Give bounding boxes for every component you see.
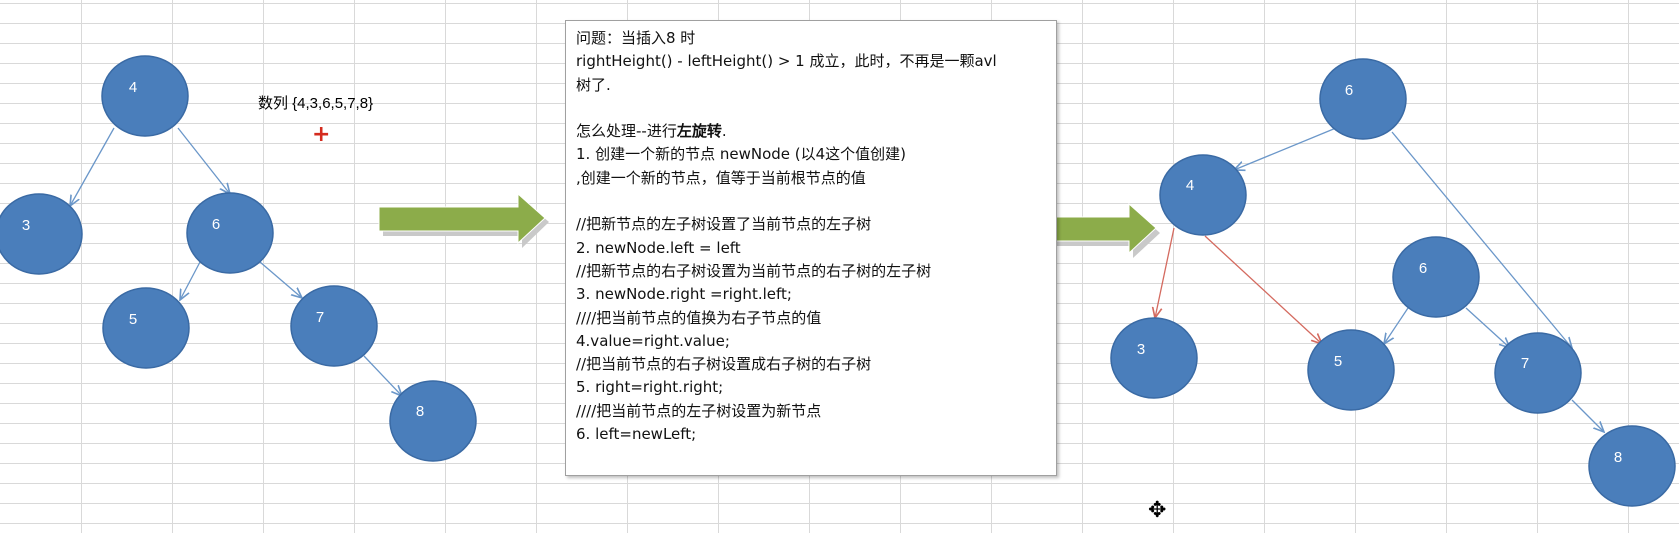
left-node-6-label: 6 [212,216,220,233]
text-line-3: 树了. [576,75,611,94]
right-node-6-child-label: 6 [1419,260,1427,277]
text-line-15: //把当前节点的右子树设置成右子树的右子树 [576,355,872,374]
right-node-7: 7 [1494,332,1582,414]
right-node-4: 4 [1159,154,1247,236]
right-node-5-label: 5 [1334,353,1342,370]
text-line-4 [576,97,1046,120]
text-line-10: 2. newNode.left = left [576,238,741,257]
text-line-5-suffix: . [721,122,727,141]
right-node-3-label: 3 [1137,341,1145,358]
left-node-4: 4 [101,55,189,137]
left-node-8: 8 [389,380,477,462]
move-cursor-icon: ✥ [1148,498,1167,523]
right-node-6-root-label: 6 [1345,82,1353,99]
left-node-5: 5 [102,287,190,369]
left-edge-4-3 [70,127,115,206]
text-line-9: //把新节点的左子树设置了当前节点的左子树 [576,215,872,234]
text-line-16: 5. right=right.right; [576,378,724,397]
left-edge-6-5 [180,261,201,300]
right-node-3: 3 [1110,317,1198,399]
plus-cursor-icon: + [312,122,331,147]
left-node-7-label: 7 [316,309,324,326]
left-node-5-label: 5 [129,311,137,328]
right-arrow-icon [378,192,549,248]
left-node-3-label: 3 [22,217,30,234]
right-node-6-root: 6 [1319,58,1407,140]
left-node-6: 6 [186,192,274,274]
text-line-1: 问题：当插入8 时 [576,29,696,47]
text-line-6: 1. 创建一个新的节点 newNode (以4这个值创建) [576,145,907,164]
left-edge-4-6 [177,127,230,194]
text-line-5: 怎么处理--进行左旋转. [576,120,1046,143]
right-node-6-child: 6 [1392,236,1480,318]
text-line-7: ,创建一个新的节点，值等于当前根节点的值 [576,168,866,187]
left-edge-6-7 [259,261,302,298]
text-line-5-prefix: 怎么处理--进行 [576,122,677,141]
right-edge-6b-7 [1465,307,1510,348]
text-line-11: //把新节点的右子树设置为当前节点的右子树的左子树 [576,261,932,280]
left-node-3: 3 [0,193,83,275]
explanation-text-box[interactable]: 问题：当插入8 时 rightHeight() - leftHeight() >… [565,20,1057,476]
text-line-2: rightHeight() - leftHeight() > 1 成立，此时，不… [576,52,997,71]
left-rotation-label: 左旋转 [676,122,722,141]
left-edge-7-8 [363,355,402,396]
right-edge-6b-5 [1384,307,1409,344]
right-node-7-label: 7 [1521,355,1529,372]
sequence-label: 数列 {4,3,6,5,7,8} [258,95,374,112]
right-edge-6-4 [1234,127,1337,170]
right-node-8: 8 [1588,425,1676,507]
left-node-8-label: 8 [416,403,424,420]
right-edge-4-3 [1155,227,1175,318]
right-node-4-label: 4 [1186,177,1194,194]
text-line-17: ////把当前节点的左子树设置为新节点 [576,401,822,420]
right-edge-7-8 [1571,399,1604,432]
text-line-18: 6. left=newLeft; [576,425,697,444]
right-node-5: 5 [1307,329,1395,411]
left-node-4-label: 4 [129,79,137,96]
text-line-13: ////把当前节点的值换为右子节点的值 [576,308,822,327]
right-node-8-label: 8 [1614,449,1622,466]
text-line-8 [576,190,1046,213]
right-edge-4-5 [1204,235,1322,344]
text-line-14: 4.value=right.value; [576,331,730,350]
left-node-7: 7 [290,285,378,367]
text-line-12: 3. newNode.right =right.left; [576,285,792,304]
